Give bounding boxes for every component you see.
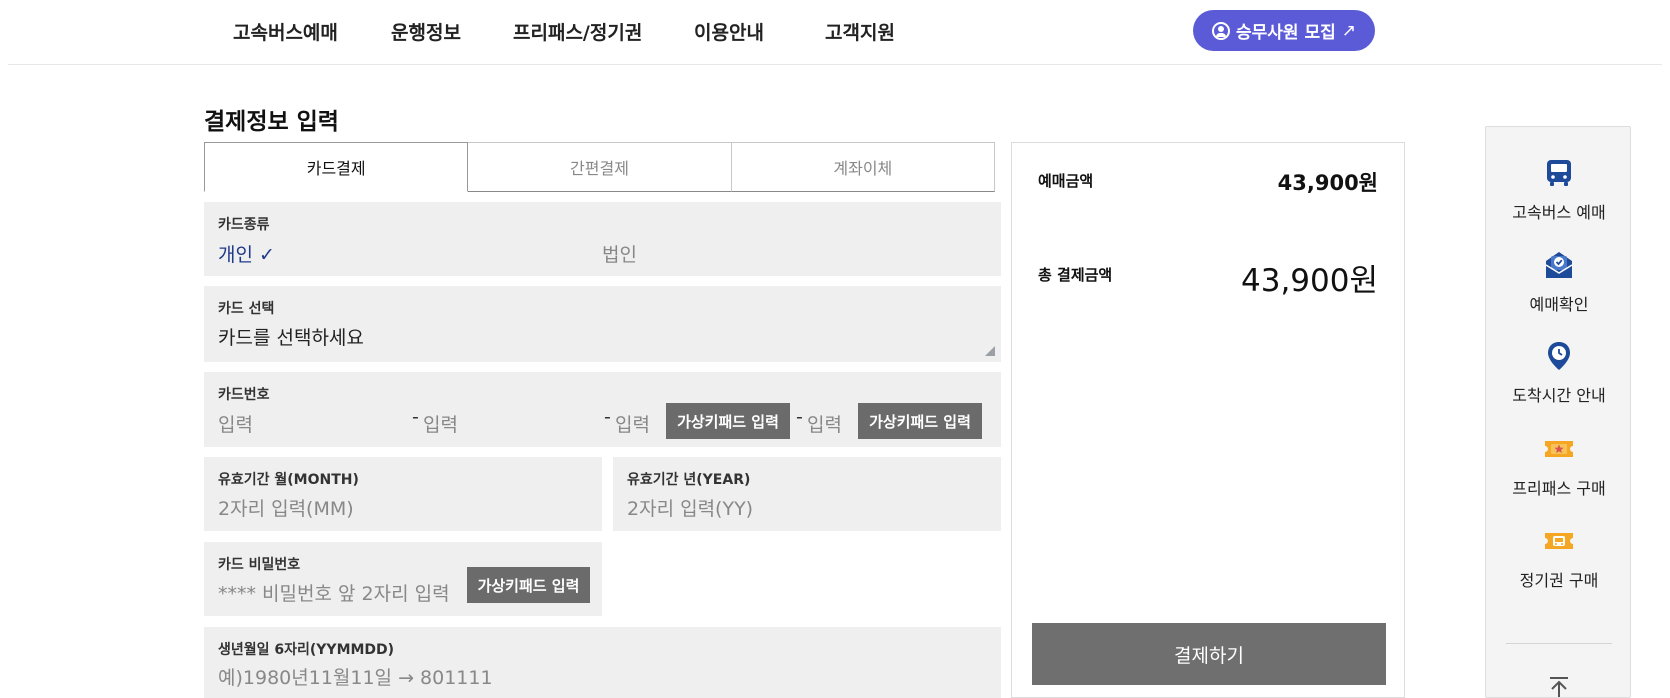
quick-item-freepass[interactable]: 프리패스 구매 xyxy=(1486,433,1632,499)
card-type-label: 카드종류 xyxy=(218,217,270,233)
card-type-personal-option[interactable]: 개인 ✓ xyxy=(218,240,275,267)
card-password-field: 카드 비밀번호 **** 비밀번호 앞 2자리 입력 가상키패드 입력 xyxy=(204,542,602,616)
virtual-keypad-button-3[interactable]: 가상키패드 입력 xyxy=(467,567,590,603)
card-number-field: 카드번호 입력 - 입력 - 입력 가상키패드 입력 - 입력 가상키패드 입력 xyxy=(204,372,1001,447)
exp-year-input[interactable]: 2자리 입력(YY) xyxy=(627,494,753,521)
location-clock-icon xyxy=(1543,340,1575,372)
ticket-star-icon xyxy=(1543,433,1575,465)
quick-item-label: 정기권 구매 xyxy=(1519,571,1599,590)
ticket-bus-icon xyxy=(1543,525,1575,557)
total-amount-label: 총 결제금액 xyxy=(1038,266,1113,284)
card-number-input-2[interactable]: 입력 xyxy=(423,410,458,437)
recruit-button[interactable]: 승무사원 모집 ↗ xyxy=(1193,10,1375,51)
exp-month-label: 유효기간 월(MONTH) xyxy=(218,472,359,488)
nav-item-freepass[interactable]: 프리패스/정기권 xyxy=(513,18,642,45)
top-header: 고속버스예매 운행정보 프리패스/정기권 이용안내 고객지원 승무사원 모집 ↗ xyxy=(8,0,1662,65)
exp-month-input[interactable]: 2자리 입력(MM) xyxy=(218,494,354,521)
card-password-input[interactable]: **** 비밀번호 앞 2자리 입력 xyxy=(218,579,450,606)
quick-item-label: 고속버스 예매 xyxy=(1512,203,1606,222)
card-select-field[interactable]: 카드 선택 카드를 선택하세요 xyxy=(204,286,1001,362)
exp-year-field[interactable]: 유효기간 년(YEAR) 2자리 입력(YY) xyxy=(613,457,1001,531)
quick-menu: 고속버스 예매 예매확인 도착시간 안내 프리패스 구매 정기권 구매 xyxy=(1485,126,1631,698)
card-select-value[interactable]: 카드를 선택하세요 xyxy=(218,323,364,350)
card-password-label: 카드 비밀번호 xyxy=(218,557,301,573)
exp-year-label: 유효기간 년(YEAR) xyxy=(627,472,751,488)
birth-date-field[interactable]: 생년월일 6자리(YYMMDD) 예)1980년11월11일 → 801111 xyxy=(204,627,1001,698)
card-number-input-4[interactable]: 입력 xyxy=(807,410,842,437)
quick-item-label: 도착시간 안내 xyxy=(1512,386,1606,405)
scroll-to-top-icon[interactable] xyxy=(1547,675,1571,698)
quick-item-label: 프리패스 구매 xyxy=(1512,479,1606,498)
total-amount-value: 43,900원 xyxy=(1241,263,1378,299)
nav-item-customer-support[interactable]: 고객지원 xyxy=(825,18,895,45)
card-number-dash-3: - xyxy=(796,406,803,428)
payment-tabs: 카드결제 간편결제 계좌이체 xyxy=(204,142,995,192)
tab-simple-payment[interactable]: 간편결제 xyxy=(468,142,732,192)
virtual-keypad-button-1[interactable]: 가상키패드 입력 xyxy=(666,403,790,439)
personal-label: 개인 xyxy=(218,244,253,266)
birth-date-label: 생년월일 6자리(YYMMDD) xyxy=(218,642,395,658)
quick-item-label: 예매확인 xyxy=(1529,295,1589,314)
bus-icon xyxy=(1543,157,1575,189)
virtual-keypad-button-2[interactable]: 가상키패드 입력 xyxy=(858,403,982,439)
payment-summary-panel: 예매금액 43,900원 총 결제금액 43,900원 결제하기 xyxy=(1011,142,1405,698)
external-link-icon: ↗ xyxy=(1341,20,1356,41)
card-number-input-1[interactable]: 입력 xyxy=(218,410,253,437)
card-type-field: 카드종류 개인 ✓ 법인 xyxy=(204,202,1001,276)
nav-item-bus-booking[interactable]: 고속버스예매 xyxy=(233,18,338,45)
card-select-label: 카드 선택 xyxy=(218,301,275,317)
booking-amount-value: 43,900원 xyxy=(1277,171,1378,195)
recruit-label: 승무사원 모집 xyxy=(1235,23,1336,43)
quick-item-bus-booking[interactable]: 고속버스 예매 xyxy=(1486,157,1632,223)
birth-date-input[interactable]: 예)1980년11월11일 → 801111 xyxy=(218,663,493,690)
tab-card-payment[interactable]: 카드결제 xyxy=(204,142,469,192)
check-icon: ✓ xyxy=(259,244,275,266)
tab-bank-transfer[interactable]: 계좌이체 xyxy=(731,142,995,192)
quick-item-arrival-time[interactable]: 도착시간 안내 xyxy=(1486,340,1632,406)
card-type-corporate-option[interactable]: 법인 xyxy=(602,240,637,267)
exp-month-field[interactable]: 유효기간 월(MONTH) 2자리 입력(MM) xyxy=(204,457,602,531)
quick-item-commuter-pass[interactable]: 정기권 구매 xyxy=(1486,525,1632,591)
resize-handle-icon xyxy=(985,346,995,356)
user-icon xyxy=(1211,21,1230,40)
page-title: 결제정보 입력 xyxy=(204,109,339,135)
quick-item-booking-check[interactable]: 예매확인 xyxy=(1486,249,1632,315)
card-number-dash-2: - xyxy=(604,406,611,428)
nav-item-operation-info[interactable]: 운행정보 xyxy=(391,18,461,45)
card-number-label: 카드번호 xyxy=(218,387,270,403)
pay-button[interactable]: 결제하기 xyxy=(1032,623,1386,685)
card-number-input-3[interactable]: 입력 xyxy=(615,410,650,437)
mail-check-icon xyxy=(1543,249,1575,281)
quick-menu-divider xyxy=(1506,643,1612,644)
card-number-dash-1: - xyxy=(412,406,419,428)
nav-item-usage-guide[interactable]: 이용안내 xyxy=(694,18,764,45)
booking-amount-label: 예매금액 xyxy=(1038,172,1094,190)
